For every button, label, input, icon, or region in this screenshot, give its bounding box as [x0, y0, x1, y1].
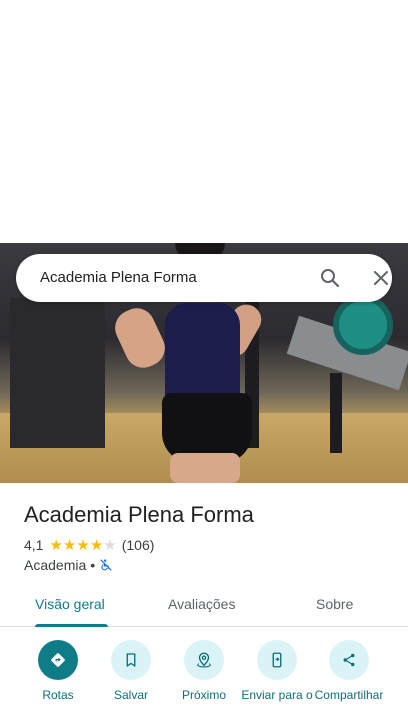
photo-person	[109, 302, 171, 374]
star-icon: ★	[49, 536, 63, 554]
nearby-label: Próximo	[181, 688, 226, 702]
star-empty-icon: ★	[103, 536, 117, 554]
place-category: Academia	[24, 557, 87, 573]
active-tab-indicator	[35, 624, 108, 627]
send-to-phone-button[interactable]: Enviar para o	[237, 640, 317, 702]
search-bar[interactable]: Academia Plena Forma	[16, 254, 392, 302]
share-label: Compartilhar	[314, 688, 384, 702]
star-icon: ★	[89, 536, 104, 554]
rating-stars: ★ ★ ★ ★ ★	[49, 538, 116, 553]
tab-overview[interactable]: Visão geral	[35, 596, 105, 612]
share-icon	[329, 640, 369, 680]
photo-equipment	[10, 298, 105, 448]
search-icon[interactable]	[318, 266, 342, 290]
not-wheelchair-accessible-icon	[99, 558, 113, 572]
bookmark-icon	[111, 640, 151, 680]
close-icon[interactable]	[369, 266, 393, 290]
search-query[interactable]: Academia Plena Forma	[40, 269, 197, 286]
send-to-phone-label: Enviar para o	[241, 688, 313, 702]
tab-about[interactable]: Sobre	[316, 596, 353, 612]
map-area[interactable]	[0, 0, 408, 243]
action-bar: Rotas Salvar Próximo Enviar para o Compa…	[0, 640, 408, 726]
place-title: Academia Plena Forma	[24, 502, 254, 527]
separator: •	[90, 557, 96, 573]
rating-row[interactable]: 4,1 ★ ★ ★ ★ ★ (106)	[24, 536, 154, 554]
directions-label: Rotas	[42, 688, 74, 702]
nearby-icon	[184, 640, 224, 680]
category-row: Academia •	[24, 556, 113, 574]
save-button[interactable]: Salvar	[91, 640, 171, 702]
tab-bar: Visão geral Avaliações Sobre	[0, 585, 408, 627]
save-label: Salvar	[113, 688, 148, 702]
photo-equipment	[330, 373, 342, 453]
directions-icon	[38, 640, 78, 680]
review-count[interactable]: (106)	[122, 537, 155, 553]
rating-value: 4,1	[24, 537, 44, 553]
share-button[interactable]: Compartilhar	[309, 640, 389, 702]
photo-person	[170, 453, 240, 483]
tab-reviews[interactable]: Avaliações	[168, 596, 235, 612]
send-to-phone-icon	[257, 640, 297, 680]
star-icon: ★	[76, 536, 90, 554]
photo-weight-plate	[333, 295, 393, 355]
star-icon: ★	[62, 536, 77, 554]
nearby-button[interactable]: Próximo	[164, 640, 244, 702]
directions-button[interactable]: Rotas	[18, 640, 98, 702]
